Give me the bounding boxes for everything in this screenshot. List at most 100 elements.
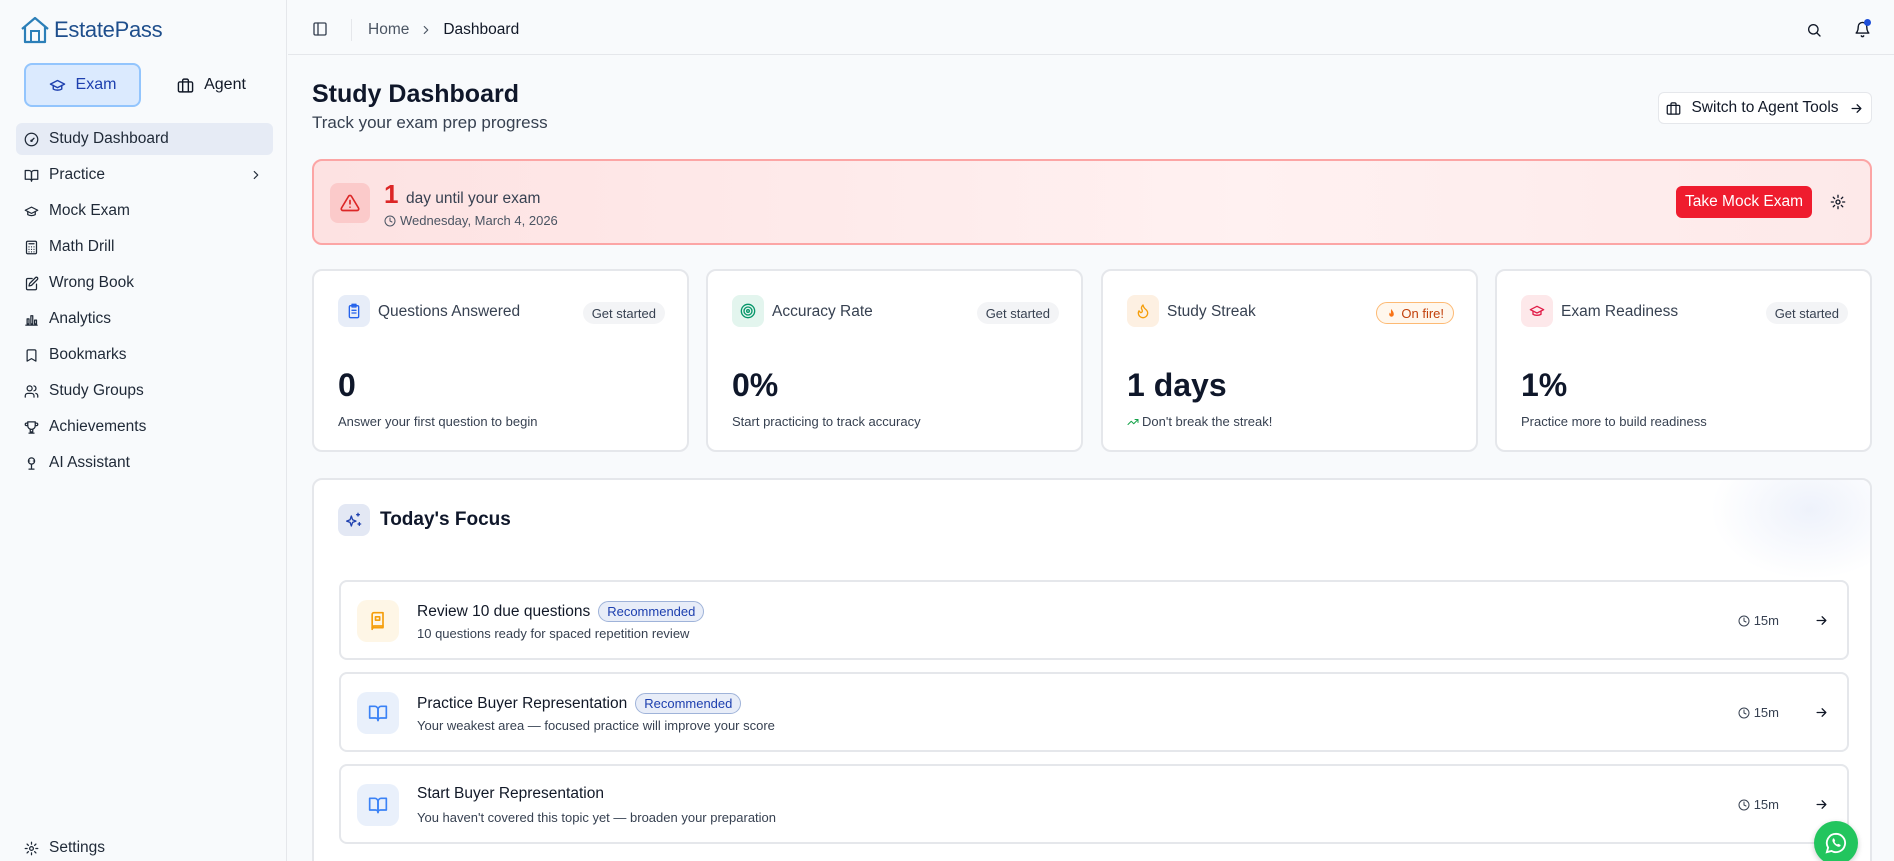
whatsapp-chat-button[interactable] [1814, 821, 1858, 861]
whatsapp-icon [1825, 832, 1847, 854]
stat-card-study-streak[interactable]: Study Streak On fire! 1 days Don't break… [1101, 269, 1478, 452]
task-icon-box [357, 692, 399, 734]
brand-logo[interactable]: EstatePass [20, 16, 163, 44]
stat-card-desc: Start practicing to track accuracy [732, 414, 921, 429]
clock-icon [384, 215, 396, 226]
task-duration: 15m [1738, 797, 1779, 812]
stat-card-exam-readiness[interactable]: Exam Readiness Get started 1% Practice m… [1495, 269, 1872, 452]
focus-task-start[interactable]: Start Buyer Representation You haven't c… [339, 764, 1849, 844]
task-duration: 15m [1738, 613, 1779, 628]
sidebar-item-label: Study Dashboard [49, 130, 169, 147]
breadcrumb: Home Dashboard [368, 21, 519, 39]
sidebar-item-label: Achievements [49, 418, 147, 435]
exam-mode-button[interactable]: Exam [24, 63, 141, 107]
bookmark-icon [26, 348, 37, 362]
clock-icon [1738, 799, 1750, 810]
decorative-glow [1710, 480, 1870, 580]
users-icon [24, 384, 39, 398]
chevron-right-icon [253, 170, 259, 180]
mode-switch: Exam Agent [24, 63, 270, 107]
sidebar-toggle-button[interactable] [312, 21, 328, 37]
breadcrumb-current: Dashboard [443, 21, 520, 38]
sidebar-item-wrong-book[interactable]: Wrong Book [16, 267, 273, 299]
sidebar-item-label: Bookmarks [49, 346, 127, 363]
page-title: Study Dashboard [312, 80, 519, 108]
stat-card-badge-text: On fire! [1401, 305, 1444, 321]
sidebar-item-ai-assistant[interactable]: AI Assistant [16, 447, 273, 479]
chevron-right-icon [424, 25, 429, 35]
agent-mode-label: Agent [204, 76, 246, 93]
breadcrumb-home[interactable]: Home [368, 21, 409, 39]
sidebar-item-study-dashboard[interactable]: Study Dashboard [16, 123, 273, 155]
exam-date-text: Wednesday, March 4, 2026 [400, 213, 558, 228]
arrow-right-icon [1851, 103, 1862, 113]
stat-card-badge: On fire! [1376, 302, 1454, 324]
sidebar-item-label: Study Groups [49, 382, 144, 399]
sidebar-item-label: Practice [49, 166, 105, 183]
sidebar-item-label: Mock Exam [49, 202, 130, 219]
flame-icon [1137, 304, 1149, 319]
arrow-right-icon[interactable] [1814, 613, 1829, 628]
arrow-right-icon[interactable] [1814, 705, 1829, 720]
recommended-badge: Recommended [635, 693, 742, 714]
task-desc: 10 questions ready for spaced repetition… [417, 626, 690, 641]
stat-card-title: Accuracy Rate [772, 303, 873, 320]
stat-card-questions-answered[interactable]: Questions Answered Get started 0 Answer … [312, 269, 689, 452]
book-open-icon [368, 705, 388, 722]
sidebar-item-settings[interactable]: Settings [16, 832, 273, 861]
clock-icon [1738, 707, 1750, 718]
stat-card-value: 1% [1521, 367, 1568, 403]
toolbar-divider [351, 19, 352, 41]
warning-triangle-icon [340, 194, 360, 212]
stat-card-desc: Practice more to build readiness [1521, 414, 1707, 429]
card-icon-box [1127, 295, 1159, 327]
sidebar-nav: Study Dashboard Practice Mock Exam Math … [16, 123, 273, 483]
sidebar-item-math-drill[interactable]: Math Drill [16, 231, 273, 263]
sidebar-item-bookmarks[interactable]: Bookmarks [16, 339, 273, 371]
sidebar-item-achievements[interactable]: Achievements [16, 411, 273, 443]
task-duration: 15m [1738, 705, 1779, 720]
search-button[interactable] [1806, 22, 1822, 38]
target-icon [740, 303, 756, 319]
exam-countdown-banner: 1 day until your exam Wednesday, March 4… [312, 159, 1872, 245]
graduation-cap-icon [1529, 305, 1545, 316]
stat-card-value: 0% [732, 367, 779, 403]
trending-up-icon [1127, 418, 1139, 425]
recommended-badge: Recommended [598, 601, 705, 622]
stat-card-accuracy-rate[interactable]: Accuracy Rate Get started 0% Start pract… [706, 269, 1083, 452]
task-icon-box [357, 784, 399, 826]
clock-icon [1738, 615, 1750, 626]
sidebar-item-label: Wrong Book [49, 274, 135, 291]
graduation-cap-icon [24, 206, 39, 216]
exam-settings-button[interactable] [1830, 194, 1846, 210]
stat-card-value: 0 [338, 367, 356, 403]
clipboard-list-icon [348, 303, 360, 319]
focus-icon-box [338, 504, 370, 536]
arrow-right-icon[interactable] [1814, 797, 1829, 812]
focus-task-practice[interactable]: Practice Buyer Representation Recommende… [339, 672, 1849, 752]
sidebar-item-study-groups[interactable]: Study Groups [16, 375, 273, 407]
house-logo-icon [21, 16, 49, 44]
top-bar: Home Dashboard [288, 0, 1894, 55]
bot-icon [27, 456, 36, 470]
sidebar-item-analytics[interactable]: Analytics [16, 303, 273, 335]
briefcase-icon [177, 77, 194, 93]
gear-icon [1830, 194, 1846, 210]
stat-card-title: Questions Answered [378, 303, 521, 320]
graduation-cap-icon [49, 79, 65, 91]
task-duration-text: 15m [1753, 705, 1779, 720]
gauge-icon [24, 132, 39, 146]
task-desc: You haven't covered this topic yet — bro… [417, 810, 777, 825]
book-icon [371, 611, 384, 631]
briefcase-icon [1667, 101, 1681, 115]
calculator-icon [25, 240, 38, 254]
sidebar-settings: Settings [16, 832, 273, 861]
sparkles-icon [346, 512, 362, 527]
take-mock-exam-button[interactable]: Take Mock Exam [1676, 186, 1812, 218]
switch-to-agent-tools-button[interactable]: Switch to Agent Tools [1658, 92, 1872, 124]
agent-mode-button[interactable]: Agent [153, 63, 270, 107]
sidebar-item-mock-exam[interactable]: Mock Exam [16, 195, 273, 227]
focus-task-review[interactable]: Review 10 due questions Recommended 10 q… [339, 580, 1849, 660]
card-icon-box [732, 295, 764, 327]
sidebar-item-practice[interactable]: Practice [16, 159, 273, 191]
